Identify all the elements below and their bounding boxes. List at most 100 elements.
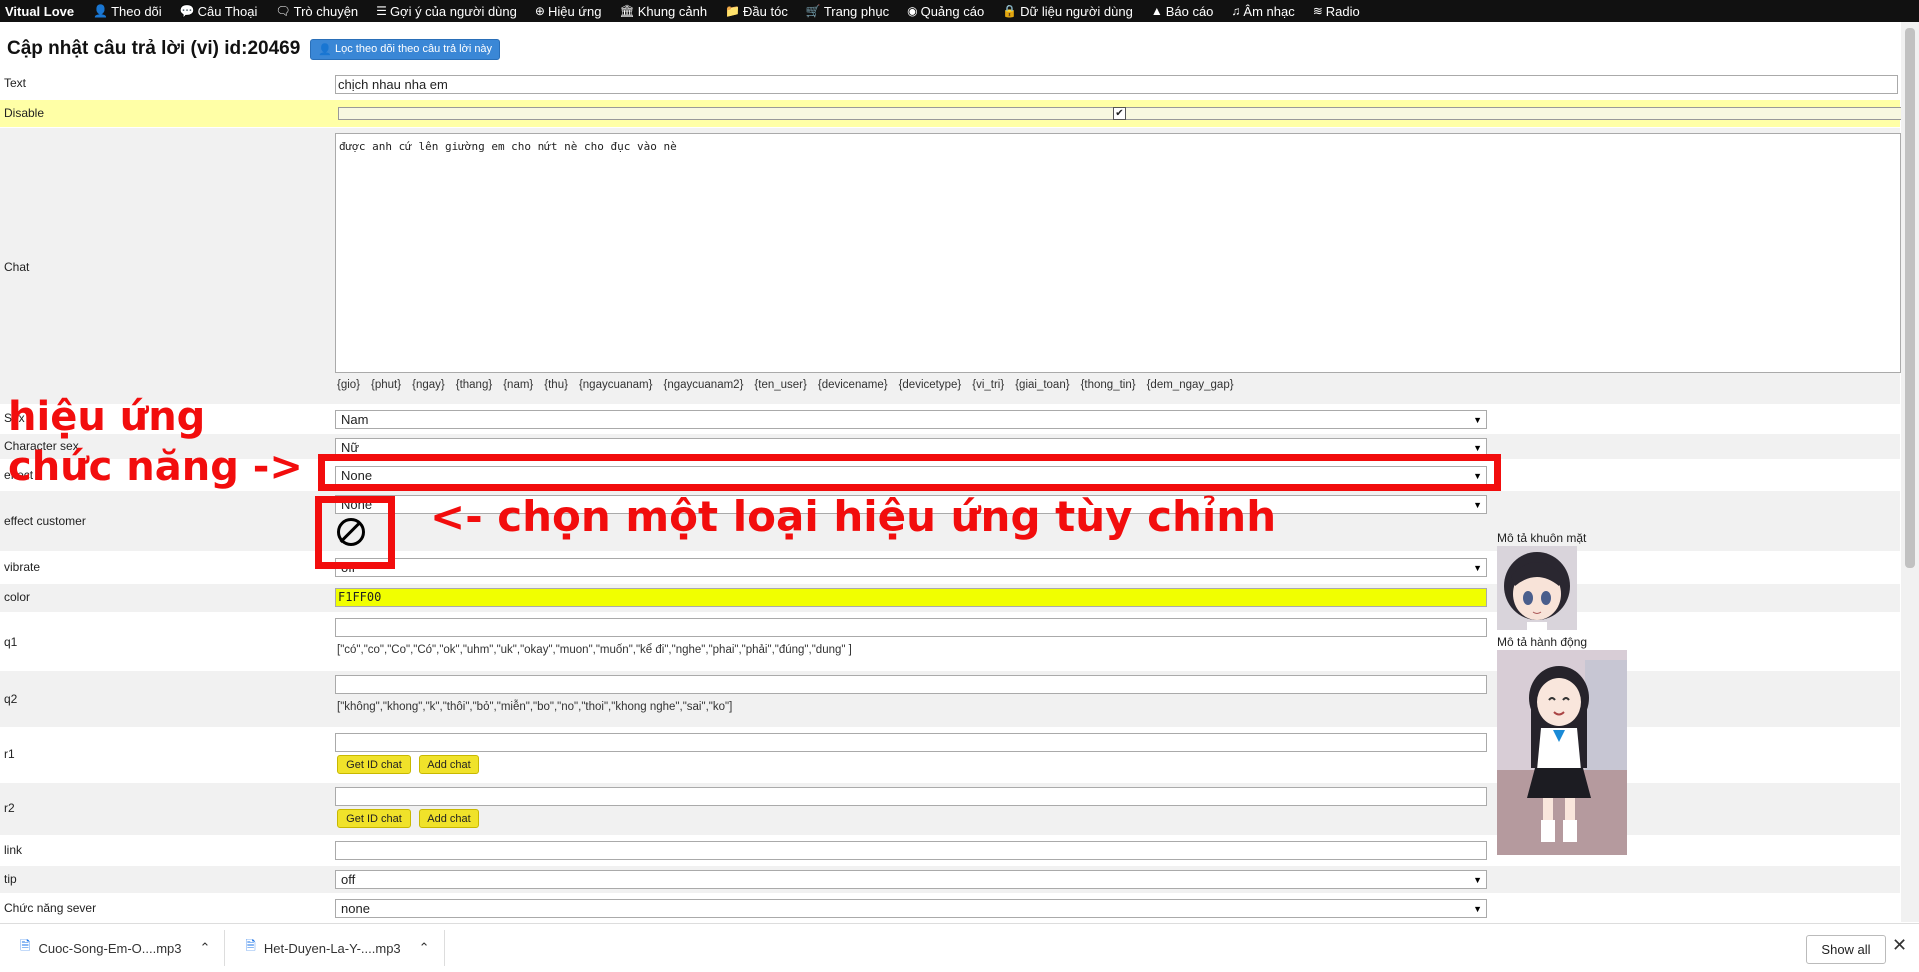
server-function-select[interactable]: none ▼: [335, 899, 1487, 918]
sex-select[interactable]: Nam ▼: [335, 410, 1487, 429]
tip-select-value: off: [341, 872, 356, 887]
page-scrollbar[interactable]: [1901, 22, 1919, 922]
variable-tag[interactable]: {ten_user}: [754, 379, 806, 391]
folder-icon: 📁: [725, 4, 741, 18]
variable-tag[interactable]: {dem_ngay_gap}: [1147, 379, 1234, 391]
link-input[interactable]: [335, 841, 1487, 860]
tip-select[interactable]: off ▼: [335, 870, 1487, 889]
row-server-function: Chức năng sever none ▼: [0, 895, 1900, 922]
nav-item-6[interactable]: 📁 Đầu tóc: [716, 4, 797, 19]
annotation-custom-effect: <- chọn một loại hiệu ứng tùy chỉnh: [430, 492, 1277, 541]
warning-icon: ▲: [1150, 4, 1163, 18]
nav-item-11[interactable]: ♫ Âm nhạc: [1222, 4, 1303, 19]
chat-textarea-value: được anh cứ lên giường em cho nứt nè cho…: [339, 140, 677, 153]
q2-hint: ["không","khong","k","thôi","bỏ","miễn",…: [337, 701, 733, 713]
row-text: Text chịch nhau nha em: [0, 71, 1900, 98]
download-item-1[interactable]: 🗎 Cuoc-Song-Em-O....mp3 ⌃: [0, 930, 226, 966]
r2-get-id-button[interactable]: Get ID chat: [337, 809, 411, 828]
row-color: color F1FF00: [0, 584, 1900, 612]
chat-icon: 🗨: [275, 4, 291, 18]
chevron-down-icon: ▼: [1473, 499, 1482, 510]
nav-item-10[interactable]: ▲ Báo cáo: [1142, 4, 1223, 19]
q1-hint: ["có","co","Co","Có","ok","uhm","uk","ok…: [337, 644, 852, 656]
variable-tag[interactable]: {giai_toan}: [1015, 379, 1069, 391]
close-icon[interactable]: ✕: [1892, 935, 1907, 956]
chevron-up-icon[interactable]: ⌃: [419, 940, 430, 956]
nav-item-2[interactable]: 🗨 Trò chuyện: [266, 4, 367, 19]
audio-file-icon: 🗎: [20, 938, 31, 953]
text-input[interactable]: chịch nhau nha em: [335, 75, 1898, 94]
nav-item-3[interactable]: ☰ Gợi ý của người dùng: [367, 4, 526, 19]
variable-tag[interactable]: {gio}: [337, 379, 360, 391]
variable-tag[interactable]: {thang}: [456, 379, 492, 391]
show-all-button[interactable]: Show all: [1806, 935, 1886, 964]
brand-link[interactable]: Vitual Love: [0, 4, 84, 19]
character-sex-select-value: Nữ: [341, 440, 360, 455]
nav-item-7[interactable]: 🛒 Trang phục: [797, 4, 898, 19]
disable-checkbox[interactable]: ✔: [1113, 107, 1126, 120]
nav-item-label: Khung cảnh: [637, 3, 708, 19]
user-icon: 👤: [318, 43, 333, 56]
face-image: [1497, 546, 1577, 630]
vibrate-select[interactable]: off ▼: [335, 558, 1487, 577]
row-tip: tip off ▼: [0, 866, 1900, 893]
filter-button[interactable]: 👤 Lọc theo dõi theo câu trả lời này: [310, 38, 501, 60]
variable-tag[interactable]: {thu}: [544, 379, 568, 391]
annotation-effect-function: hiệu ứng: [8, 394, 206, 440]
chat-textarea[interactable]: được anh cứ lên giường em cho nứt nè cho…: [335, 133, 1901, 373]
lock-icon: 🔒: [1002, 4, 1018, 18]
variable-tag[interactable]: {devicetype}: [899, 379, 962, 391]
label-tip: tip: [4, 872, 17, 886]
color-input-value: F1FF00: [338, 590, 382, 604]
variable-tag[interactable]: {nam}: [503, 379, 533, 391]
nav-menu: 👤 Theo dõi 💬 Câu Thoại 🗨 Trò chuyện ☰ Gợi ý của…: [84, 4, 1369, 19]
variable-tag[interactable]: {ngaycuanam}: [579, 379, 653, 391]
r1-get-id-button[interactable]: Get ID chat: [337, 755, 411, 774]
r2-input[interactable]: [335, 787, 1487, 806]
label-vibrate: vibrate: [4, 560, 41, 574]
annotation-effect-function-arrow: chức năng ->: [8, 444, 303, 490]
nav-item-9[interactable]: 🔒 Dữ liệu người dùng: [993, 4, 1142, 19]
variable-tag[interactable]: {phut}: [371, 379, 401, 391]
label-disable: Disable: [4, 106, 45, 120]
nav-item-1[interactable]: 💬 Câu Thoại: [171, 4, 267, 19]
audio-file-icon: 🗎: [245, 938, 256, 953]
nav-item-8[interactable]: ◉ Quảng cáo: [898, 4, 993, 19]
variable-tag[interactable]: {devicename}: [818, 379, 888, 391]
r2-add-chat-button[interactable]: Add chat: [419, 809, 479, 828]
variable-tag[interactable]: {ngaycuanam2}: [663, 379, 743, 391]
label-chat: Chat: [4, 260, 30, 274]
scrollbar-thumb[interactable]: [1905, 28, 1915, 568]
download-item-2[interactable]: 🗎 Het-Duyen-La-Y-....mp3 ⌃: [225, 930, 445, 966]
nav-item-0[interactable]: 👤 Theo dõi: [84, 4, 171, 19]
music-icon: ♫: [1231, 4, 1241, 18]
label-r2: r2: [4, 801, 15, 815]
comment-icon: 💬: [179, 4, 195, 18]
face-description-label: Mô tả khuôn mặt: [1497, 531, 1587, 545]
variable-tag[interactable]: {vi_tri}: [972, 379, 1004, 391]
variable-tag[interactable]: {thong_tin}: [1081, 379, 1136, 391]
top-navbar: Vitual Love 👤 Theo dõi 💬 Câu Thoại 🗨 Trò chuy…: [0, 0, 1919, 22]
page-title: Cập nhật câu trả lời (vi) id:20469: [7, 38, 301, 59]
nav-item-5[interactable]: 🏛 Khung cảnh: [610, 4, 716, 19]
nav-item-12[interactable]: ≋ Radio: [1304, 4, 1369, 19]
nav-item-4[interactable]: ⊕ Hiệu ứng: [526, 4, 611, 19]
q1-input[interactable]: [335, 618, 1487, 637]
page-header: Cập nhật câu trả lời (vi) id:20469 👤 Lọc…: [7, 36, 501, 62]
nav-item-label: Câu Thoại: [197, 3, 258, 19]
highlight-effect-select: [318, 454, 1501, 491]
nav-item-label: Hiệu ứng: [547, 3, 602, 19]
q2-input[interactable]: [335, 675, 1487, 694]
nav-item-label: Trang phục: [823, 3, 890, 19]
download-bar: 🗎 Cuoc-Song-Em-O....mp3 ⌃ 🗎 Het-Duyen-La…: [0, 923, 1919, 972]
r1-add-chat-button[interactable]: Add chat: [419, 755, 479, 774]
action-description-label: Mô tả hành động: [1497, 635, 1588, 649]
label-r1: r1: [4, 747, 15, 761]
color-input[interactable]: F1FF00: [335, 588, 1487, 607]
filter-button-label: Lọc theo dõi theo câu trả lời này: [335, 43, 493, 55]
label-effect-customer: effect customer: [4, 514, 86, 528]
list-icon: ☰: [376, 4, 387, 18]
r1-input[interactable]: [335, 733, 1487, 752]
variable-tag[interactable]: {ngay}: [412, 379, 445, 391]
chevron-up-icon[interactable]: ⌃: [200, 940, 211, 956]
